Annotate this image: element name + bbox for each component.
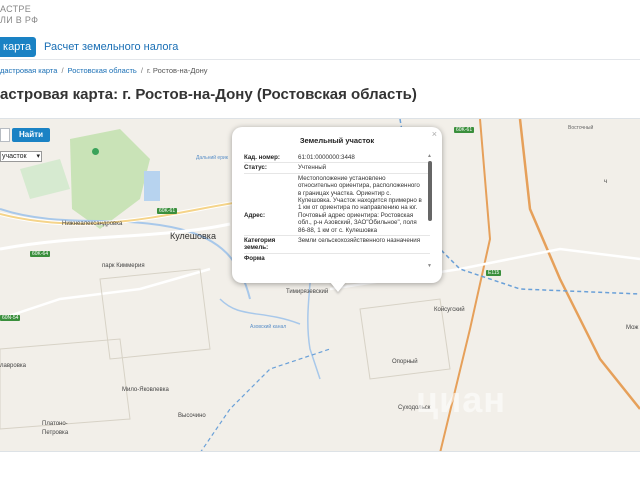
scroll-up-icon[interactable]: ▲ — [427, 153, 432, 159]
popup-row: Статус: Учтенный — [244, 162, 430, 172]
popup-row: Кад. номер: 61:01:0000000:3448 — [244, 153, 430, 162]
nav-divider — [0, 59, 640, 60]
green-area — [20, 159, 70, 199]
road-badge-north: 60K-61 — [454, 127, 475, 133]
park-marker-icon[interactable] — [92, 148, 99, 155]
map-label-moy: Мож — [626, 325, 639, 331]
popup-value: Земли сельскохозяйственного назначения — [298, 237, 421, 245]
map-label-lavrovka: лавровка — [0, 363, 26, 369]
popup-row: Категория земель: Земли сельскохозяйстве… — [244, 235, 430, 253]
find-button[interactable]: Найти — [12, 128, 50, 142]
popup-details: Кад. номер: 61:01:0000000:3448 Статус: У… — [244, 153, 430, 273]
tab-land-tax[interactable]: Расчет земельного налога — [44, 37, 178, 57]
popup-value: Учтенный — [298, 164, 327, 172]
map-label-azovsky: Азовский канал — [250, 324, 287, 330]
watermark: циан — [416, 379, 507, 420]
highway-east — [518, 119, 640, 410]
page-title: астровая карта: г. Ростов-на-Дону (Росто… — [0, 86, 417, 103]
road-badge-60n54: 60N-54 — [0, 315, 21, 321]
popup-value — [298, 255, 422, 262]
popup-row: Адрес: Местоположение установлено относи… — [244, 172, 430, 235]
park-area — [70, 129, 150, 229]
chevron-down-icon: ▾ — [36, 153, 40, 160]
popup-key: Кад. номер: — [244, 154, 280, 161]
map-label-kimmeria: парк Киммерия — [102, 263, 145, 269]
breadcrumb: дастровая карта / Ростовская область / г. Ро… — [0, 66, 208, 75]
breadcrumb-item-map[interactable]: дастровая карта — [0, 66, 57, 75]
popup-title: Земельный участок — [299, 136, 375, 145]
field-boundary — [99, 268, 211, 360]
layer-select-value: участок — [2, 153, 27, 160]
map-label-platono: Платоно- — [42, 421, 68, 427]
road-west — [0, 267, 211, 321]
popup-row: Форма — [244, 252, 430, 263]
popup-key: Адрес: — [244, 211, 266, 219]
popup-scrollbar[interactable] — [428, 161, 432, 221]
parcel-popup: × Земельный участок Кад. номер: 61:01:00… — [232, 127, 442, 283]
map-label-vysochino: Высочино — [178, 413, 206, 419]
tab-cadastral-map[interactable]: я карта — [0, 37, 36, 57]
popup-pointer — [330, 282, 346, 292]
road-badge-60k61: 60K-61 — [157, 208, 178, 214]
stream — [219, 298, 301, 325]
map-label-vost: Восточный — [568, 125, 594, 131]
lake — [144, 171, 160, 201]
scroll-down-icon[interactable]: ▼ — [427, 263, 432, 269]
logo-text-line2: ЛИ В РФ — [0, 15, 39, 25]
map-search-input[interactable] — [0, 128, 10, 142]
map-label-milo: Мило-Яковлевка — [122, 387, 169, 393]
map-label-opornyi: Опорный — [392, 359, 418, 365]
map-label-koysugsky: Койсугский — [434, 307, 465, 313]
breadcrumb-item-city: г. Ростов-на-Дону — [146, 66, 208, 75]
map-label-timiryazevsky: Тимирязевский — [286, 289, 329, 295]
map-label-kopor: ч — [604, 179, 608, 185]
popup-key: Статус: — [244, 164, 267, 172]
railway-south — [200, 348, 331, 451]
popup-value: 61:01:0000000:3448 — [298, 154, 355, 161]
site-logo[interactable]: АСТРЕ ЛИ В РФ — [0, 0, 120, 34]
map-label-nizhnealeks: Нижнеалександровка — [62, 221, 123, 227]
road-badge-60k64: 60K-64 — [30, 251, 51, 257]
map-label-kuleshovka: Кулешовка — [170, 231, 216, 241]
popup-key: Форма — [244, 254, 265, 262]
popup-value: Местоположение установлено относительно … — [298, 174, 422, 234]
road-badge-e115: E115 — [486, 270, 502, 276]
map-label-petrovka: Петровка — [42, 430, 69, 436]
popup-key: Категория земель: — [244, 237, 276, 252]
layer-select[interactable]: участок ▾ — [0, 151, 42, 162]
breadcrumb-separator: / — [61, 66, 64, 75]
logo-text-line1: АСТРЕ — [0, 4, 32, 14]
breadcrumb-separator: / — [140, 66, 143, 75]
map-label-dalny: Дальний ерик — [196, 155, 228, 161]
breadcrumb-item-region[interactable]: Ростовская область — [68, 66, 137, 75]
field-boundary — [0, 338, 131, 430]
top-nav: я карта Расчет земельного налога — [0, 37, 640, 57]
